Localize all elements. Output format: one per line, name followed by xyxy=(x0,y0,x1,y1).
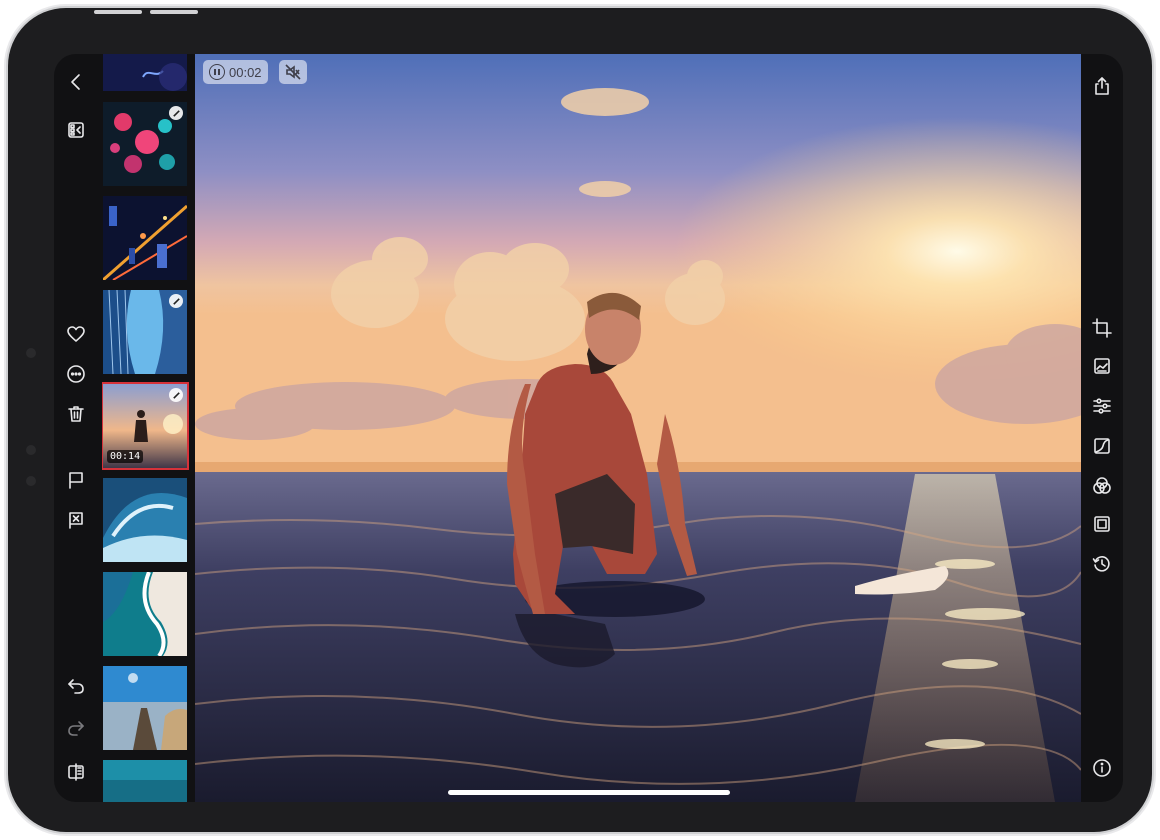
flag-icon xyxy=(69,472,83,489)
side-sensor xyxy=(26,445,36,455)
compare-button[interactable] xyxy=(64,760,88,784)
curves-button[interactable] xyxy=(1090,434,1114,458)
color-mix-button[interactable] xyxy=(1090,474,1114,498)
undo-button[interactable] xyxy=(64,674,88,698)
curves-icon xyxy=(1094,438,1110,454)
side-sensor xyxy=(26,476,36,486)
undo-icon xyxy=(68,679,84,694)
info-icon xyxy=(1093,759,1111,777)
frame-button[interactable] xyxy=(1090,512,1114,536)
ipad-frame: 00:14 00:02 xyxy=(8,8,1152,832)
browser-icon xyxy=(68,122,84,138)
speaker-muted-icon xyxy=(285,64,301,80)
edited-badge xyxy=(169,294,183,308)
edited-badge xyxy=(169,106,183,120)
history-button[interactable] xyxy=(1090,552,1114,576)
thumbnail[interactable] xyxy=(103,290,187,374)
image-adjust-button[interactable] xyxy=(1090,354,1114,378)
color-mix-icon xyxy=(1093,477,1111,494)
flag-button[interactable] xyxy=(64,468,88,492)
crop-button[interactable] xyxy=(1090,316,1114,340)
surfer-sunset-photo xyxy=(195,54,1081,802)
compare-icon xyxy=(68,763,84,781)
crop-icon xyxy=(1092,318,1112,338)
favorite-button[interactable] xyxy=(64,322,88,346)
heart-icon xyxy=(67,326,85,342)
thumbnail[interactable] xyxy=(103,760,187,802)
pencil-icon xyxy=(172,297,180,305)
thumbnail-selected[interactable]: 00:14 xyxy=(102,382,189,470)
thumbnail[interactable] xyxy=(103,572,187,656)
sliders-icon xyxy=(1093,398,1111,414)
pencil-icon xyxy=(172,109,180,117)
share-button[interactable] xyxy=(1090,74,1114,98)
more-button[interactable] xyxy=(64,362,88,386)
app-screen: 00:14 00:02 xyxy=(54,54,1123,802)
volume-button xyxy=(94,10,142,14)
history-icon xyxy=(1092,556,1110,572)
left-toolbar xyxy=(54,54,98,802)
right-toolbar xyxy=(1081,54,1123,802)
adjust-image-icon xyxy=(1094,358,1110,374)
browser-button[interactable] xyxy=(64,118,88,142)
thumbnail[interactable] xyxy=(103,102,187,186)
thumbnail[interactable] xyxy=(103,54,187,91)
redo-icon xyxy=(68,721,84,736)
photo-viewer[interactable]: 00:02 xyxy=(195,54,1081,802)
more-icon xyxy=(67,365,85,383)
mute-button[interactable] xyxy=(279,60,307,84)
frame-icon xyxy=(1094,516,1110,532)
volume-button xyxy=(150,10,198,14)
filmstrip: 00:14 xyxy=(102,54,192,802)
back-icon xyxy=(71,74,80,90)
flag-x-icon xyxy=(69,512,83,529)
pencil-icon xyxy=(172,391,180,399)
edited-badge xyxy=(169,388,183,402)
video-playback-control[interactable]: 00:02 xyxy=(203,60,268,84)
side-sensor xyxy=(26,348,36,358)
video-duration: 00:14 xyxy=(107,450,144,463)
reject-button[interactable] xyxy=(64,508,88,532)
thumbnail[interactable] xyxy=(103,666,187,750)
delete-button[interactable] xyxy=(64,402,88,426)
thumbnail[interactable] xyxy=(103,478,187,562)
redo-button[interactable] xyxy=(64,716,88,740)
sliders-button[interactable] xyxy=(1090,394,1114,418)
back-button[interactable] xyxy=(64,70,88,94)
info-button[interactable] xyxy=(1090,756,1114,780)
video-elapsed-time: 00:02 xyxy=(229,64,262,80)
thumbnail[interactable] xyxy=(103,196,187,280)
pause-icon xyxy=(209,64,225,80)
trash-icon xyxy=(68,406,84,422)
share-icon xyxy=(1095,77,1109,95)
home-indicator[interactable] xyxy=(448,790,730,795)
